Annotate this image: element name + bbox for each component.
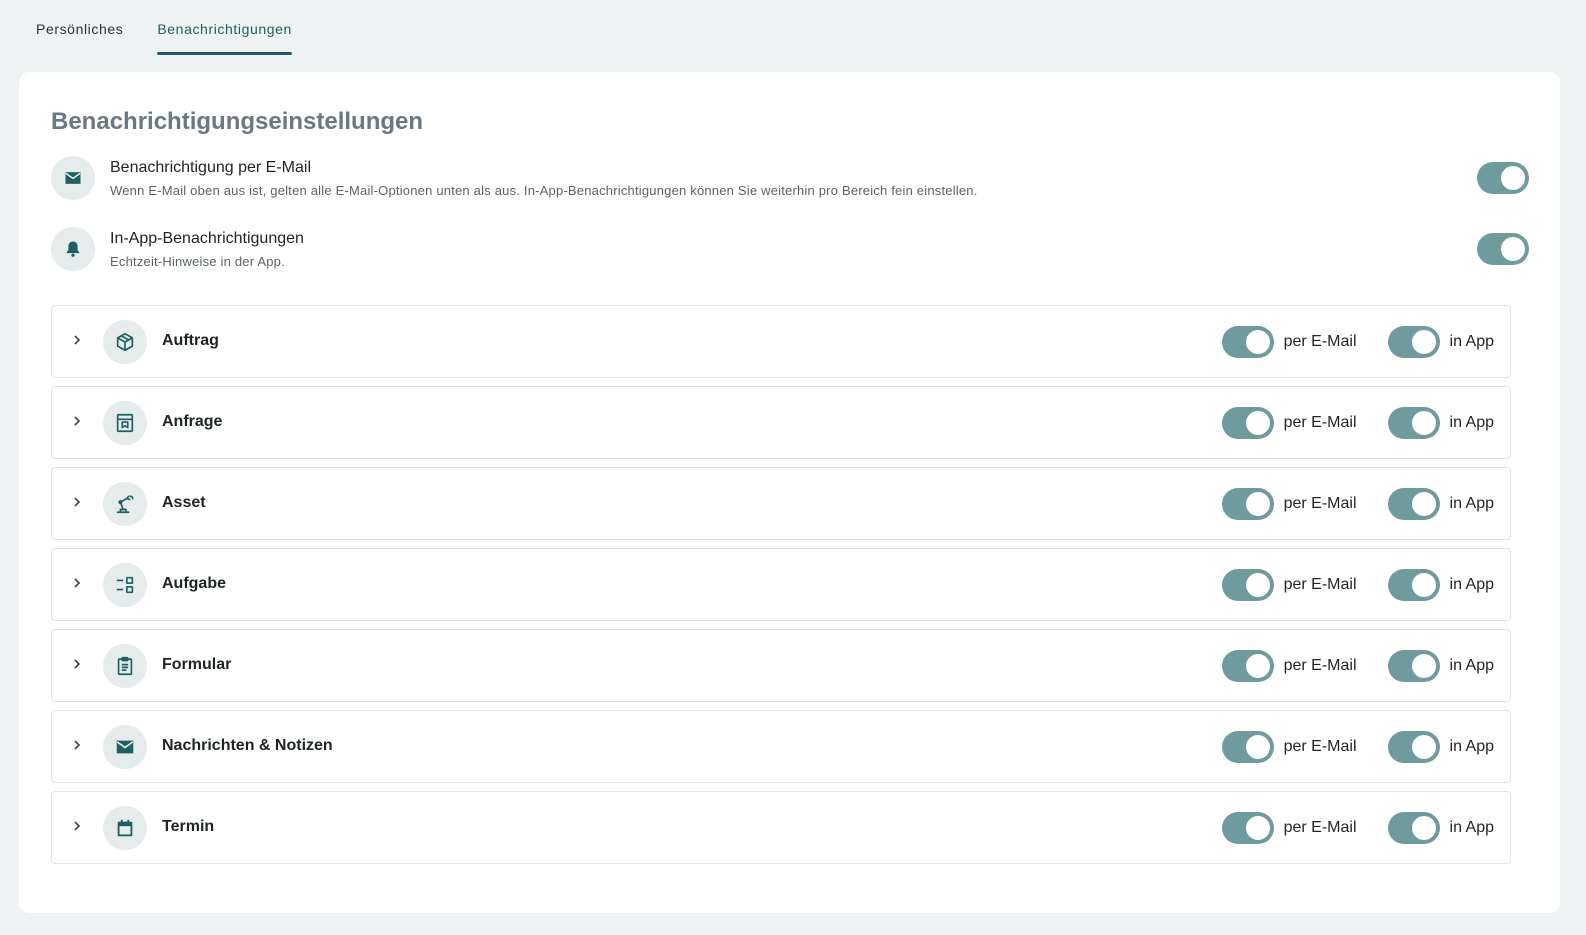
notification-settings-card: Benachrichtigungseinstellungen Benachric…	[19, 72, 1560, 913]
toggle-knob	[1411, 573, 1436, 597]
section-label: Anfrage	[162, 413, 223, 430]
email-toggle-label: per E-Mail	[1283, 576, 1357, 593]
toggle-knob	[1501, 237, 1525, 261]
email-toggle[interactable]	[1221, 650, 1274, 682]
chevron-right-icon[interactable]	[70, 495, 84, 509]
email-toggle[interactable]	[1221, 326, 1274, 358]
tab-benachrichtigungen[interactable]: Benachrichtigungen	[140, 0, 309, 57]
section-controls: per E-Mail in App	[1221, 569, 1494, 601]
box-icon	[103, 320, 147, 364]
global-email-title: Benachrichtigung per E-Mail	[110, 159, 311, 176]
inapp-toggle[interactable]	[1387, 650, 1440, 682]
toggle-knob	[1245, 330, 1270, 354]
email-toggle[interactable]	[1221, 569, 1274, 601]
inapp-toggle-label: in App	[1449, 819, 1494, 836]
section-row-auftrag[interactable]: Auftrag per E-Mail in App	[51, 305, 1511, 378]
section-label: Asset	[162, 494, 206, 511]
toggle-knob	[1245, 411, 1270, 435]
inapp-toggle-label: in App	[1449, 576, 1494, 593]
calendar-icon	[103, 806, 147, 850]
inapp-toggle-label: in App	[1449, 657, 1494, 674]
inapp-toggle[interactable]	[1387, 569, 1440, 601]
section-label: Aufgabe	[162, 575, 226, 592]
email-toggle-label: per E-Mail	[1283, 657, 1357, 674]
inapp-toggle[interactable]	[1387, 407, 1440, 439]
toggle-knob	[1411, 654, 1436, 678]
section-controls: per E-Mail in App	[1221, 812, 1494, 844]
section-row-formular[interactable]: Formular per E-Mail in App	[51, 629, 1511, 702]
toggle-knob	[1411, 411, 1436, 435]
inapp-toggle-label: in App	[1449, 738, 1494, 755]
section-label: Formular	[162, 656, 232, 673]
toggle-knob	[1245, 816, 1270, 840]
chevron-right-icon[interactable]	[70, 333, 84, 347]
toggle-knob	[1245, 735, 1270, 759]
toggle-knob	[1411, 735, 1436, 759]
section-controls: per E-Mail in App	[1221, 326, 1494, 358]
email-toggle[interactable]	[1221, 488, 1274, 520]
toggle-knob	[1411, 816, 1436, 840]
inapp-toggle[interactable]	[1387, 812, 1440, 844]
section-label: Auftrag	[162, 332, 219, 349]
inapp-toggle-label: in App	[1449, 495, 1494, 512]
clipboard-icon	[103, 644, 147, 688]
card-title: Benachrichtigungseinstellungen	[51, 108, 424, 135]
chevron-right-icon[interactable]	[70, 414, 84, 428]
tab-bar: Persönliches Benachrichtigungen	[19, 0, 309, 57]
section-row-nachrichten-notizen[interactable]: Nachrichten & Notizen per E-Mail in App	[51, 710, 1511, 783]
email-toggle-label: per E-Mail	[1283, 819, 1357, 836]
request-icon	[103, 401, 147, 445]
global-inapp-description: Echtzeit-Hinweise in der App.	[110, 254, 285, 269]
toggle-knob	[1501, 166, 1525, 190]
global-email-row: Benachrichtigung per E-Mail Wenn E-Mail …	[51, 156, 1529, 202]
section-controls: per E-Mail in App	[1221, 731, 1494, 763]
inapp-toggle[interactable]	[1387, 326, 1440, 358]
section-label: Nachrichten & Notizen	[162, 737, 333, 754]
email-toggle-label: per E-Mail	[1283, 414, 1357, 431]
chevron-right-icon[interactable]	[70, 576, 84, 590]
tab-persoenliches[interactable]: Persönliches	[19, 0, 140, 57]
chevron-right-icon[interactable]	[70, 819, 84, 833]
bell-icon	[51, 227, 95, 271]
section-controls: per E-Mail in App	[1221, 488, 1494, 520]
chevron-right-icon[interactable]	[70, 657, 84, 671]
inapp-toggle-label: in App	[1449, 414, 1494, 431]
mail-icon	[103, 725, 147, 769]
email-toggle[interactable]	[1221, 812, 1274, 844]
toggle-knob	[1245, 492, 1270, 516]
global-email-description: Wenn E-Mail oben aus ist, gelten alle E-…	[110, 183, 978, 198]
global-inapp-toggle[interactable]	[1477, 233, 1529, 265]
task-icon	[103, 563, 147, 607]
tab-label: Persönliches	[36, 20, 124, 37]
email-toggle[interactable]	[1221, 407, 1274, 439]
section-row-asset[interactable]: Asset per E-Mail in App	[51, 467, 1511, 540]
robot-arm-icon	[103, 482, 147, 526]
global-inapp-row: In-App-Benachrichtigungen Echtzeit-Hinwe…	[51, 227, 1529, 273]
mail-icon	[51, 156, 95, 200]
email-toggle[interactable]	[1221, 731, 1274, 763]
toggle-knob	[1411, 330, 1436, 354]
global-inapp-title: In-App-Benachrichtigungen	[110, 230, 304, 247]
toggle-knob	[1245, 573, 1270, 597]
section-controls: per E-Mail in App	[1221, 650, 1494, 682]
section-controls: per E-Mail in App	[1221, 407, 1494, 439]
inapp-toggle-label: in App	[1449, 333, 1494, 350]
email-toggle-label: per E-Mail	[1283, 333, 1357, 350]
section-list: Auftrag per E-Mail in App Anfrage per E-…	[51, 305, 1511, 872]
toggle-knob	[1411, 492, 1436, 516]
email-toggle-label: per E-Mail	[1283, 495, 1357, 512]
chevron-right-icon[interactable]	[70, 738, 84, 752]
inapp-toggle[interactable]	[1387, 731, 1440, 763]
section-row-anfrage[interactable]: Anfrage per E-Mail in App	[51, 386, 1511, 459]
toggle-knob	[1245, 654, 1270, 678]
global-email-toggle[interactable]	[1477, 162, 1529, 194]
tab-label: Benachrichtigungen	[157, 20, 292, 37]
section-row-termin[interactable]: Termin per E-Mail in App	[51, 791, 1511, 864]
section-row-aufgabe[interactable]: Aufgabe per E-Mail in App	[51, 548, 1511, 621]
inapp-toggle[interactable]	[1387, 488, 1440, 520]
email-toggle-label: per E-Mail	[1283, 738, 1357, 755]
section-label: Termin	[162, 818, 215, 835]
